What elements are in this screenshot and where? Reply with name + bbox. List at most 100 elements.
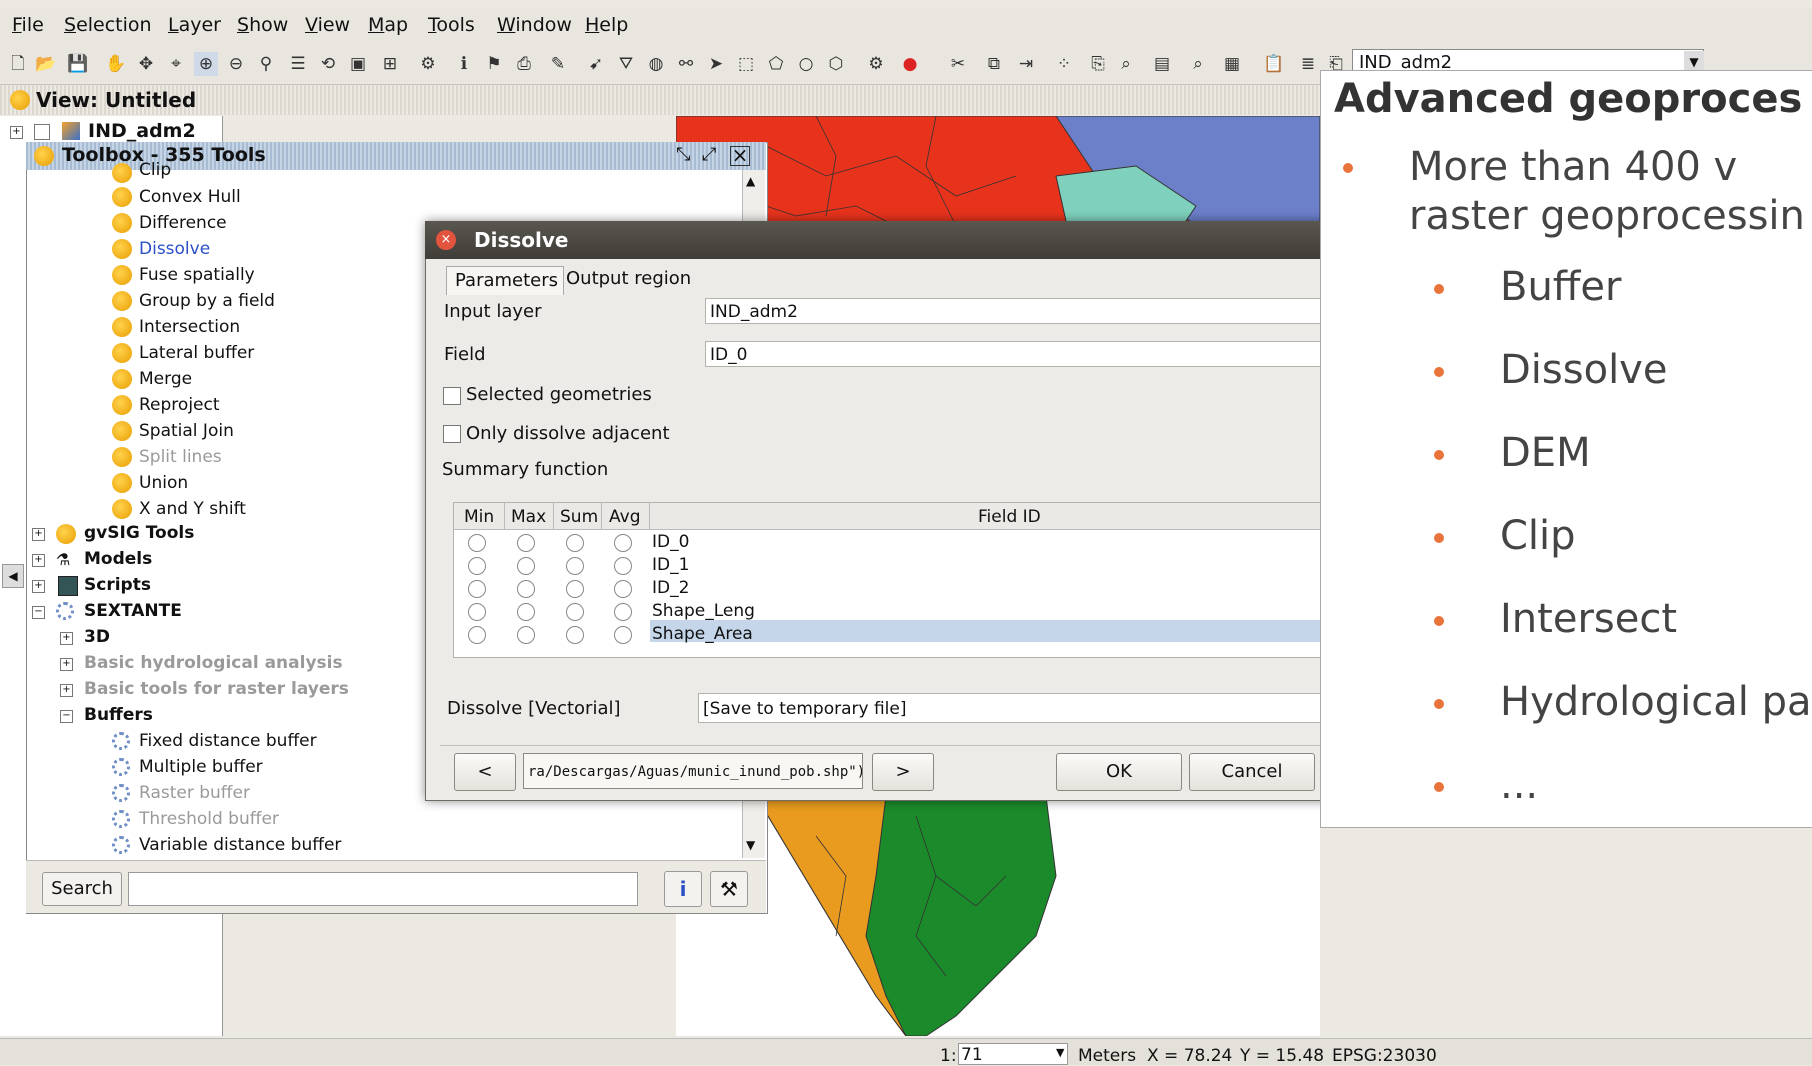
radio-sum[interactable] bbox=[566, 534, 584, 552]
expand-icon[interactable]: + bbox=[32, 580, 45, 593]
field-select[interactable]: ID_0 bbox=[705, 341, 1379, 367]
tool-item-variable-buffer[interactable]: Variable distance buffer bbox=[139, 835, 341, 855]
tab-parameters[interactable]: Parameters bbox=[446, 266, 564, 295]
radio-min[interactable] bbox=[468, 557, 486, 575]
table-row[interactable]: ID_0 bbox=[652, 532, 689, 552]
select-rect-icon[interactable]: ⬚ bbox=[734, 52, 758, 76]
frame-icon[interactable]: ▣ bbox=[346, 52, 370, 76]
tab-output-region[interactable]: Output region bbox=[566, 268, 691, 289]
radio-avg[interactable] bbox=[614, 626, 632, 644]
select-point-icon[interactable]: ➹ bbox=[584, 52, 608, 76]
snap-icon[interactable]: ⁘ bbox=[1052, 52, 1076, 76]
select-by-layer-icon[interactable]: ⬡ bbox=[824, 52, 848, 76]
radio-avg[interactable] bbox=[614, 603, 632, 621]
layer-name[interactable]: IND_adm2 bbox=[88, 120, 196, 142]
output-file-field[interactable]: [Save to temporary file] bbox=[698, 693, 1344, 723]
prev-button[interactable]: < bbox=[454, 753, 516, 791]
tool-item-fixed-buffer[interactable]: Fixed distance buffer bbox=[139, 731, 317, 751]
group-3d[interactable]: 3D bbox=[84, 627, 110, 647]
select-icon[interactable]: ➤ bbox=[704, 52, 728, 76]
save-icon[interactable]: 💾 bbox=[66, 52, 90, 76]
dialog-titlebar[interactable] bbox=[425, 221, 1395, 259]
group-basic-hydrological[interactable]: Basic hydrological analysis bbox=[84, 653, 343, 673]
ok-button[interactable]: OK bbox=[1056, 753, 1182, 791]
menu-selection[interactable]: Selection bbox=[64, 14, 152, 36]
group-basic-raster-tools[interactable]: Basic tools for raster layers bbox=[84, 679, 349, 699]
tool-item-intersection[interactable]: Intersection bbox=[139, 317, 240, 337]
clipboard-icon[interactable]: 📋 bbox=[1262, 52, 1286, 76]
edit-icon[interactable]: ✎ bbox=[546, 52, 570, 76]
find-icon[interactable]: ⌕ bbox=[1114, 52, 1138, 76]
expand-icon[interactable]: + bbox=[32, 554, 45, 567]
tool-item-merge[interactable]: Merge bbox=[139, 369, 192, 389]
tool-icon[interactable]: ⚙ bbox=[416, 52, 440, 76]
expand-icon[interactable]: + bbox=[10, 126, 23, 139]
collapse-left-icon[interactable]: ◀ bbox=[2, 564, 24, 588]
copy-icon[interactable]: ⎘ bbox=[1086, 52, 1110, 76]
radio-max[interactable] bbox=[517, 580, 535, 598]
col-avg[interactable]: Avg bbox=[609, 507, 641, 527]
group-models[interactable]: Models bbox=[84, 549, 152, 569]
layer-visibility-checkbox[interactable] bbox=[34, 124, 50, 140]
radio-max[interactable] bbox=[517, 534, 535, 552]
tool-item-threshold-buffer[interactable]: Threshold buffer bbox=[139, 809, 279, 829]
group-sextante[interactable]: SEXTANTE bbox=[84, 601, 182, 621]
tool-item-reproject[interactable]: Reproject bbox=[139, 395, 220, 415]
close-icon[interactable]: × bbox=[730, 145, 750, 166]
zoom-layer-icon[interactable]: ⚲ bbox=[254, 52, 278, 76]
minimize-icon[interactable]: ⤡ bbox=[676, 144, 690, 165]
radio-max[interactable] bbox=[517, 557, 535, 575]
expand-icon[interactable]: + bbox=[60, 684, 73, 697]
gear-icon[interactable]: ⚙ bbox=[864, 52, 888, 76]
menu-file[interactable]: File bbox=[12, 14, 44, 36]
tool-item-group-by-field[interactable]: Group by a field bbox=[139, 291, 275, 311]
table-row[interactable]: Shape_Leng bbox=[652, 601, 755, 621]
only-adjacent-checkbox[interactable] bbox=[443, 425, 461, 443]
expand-icon[interactable]: + bbox=[60, 632, 73, 645]
scroll-down-icon[interactable]: ▼ bbox=[746, 838, 755, 852]
open-icon[interactable]: 📂 bbox=[34, 52, 58, 76]
radio-min[interactable] bbox=[468, 626, 486, 644]
table-row[interactable]: ID_1 bbox=[652, 555, 689, 575]
tool-item-difference[interactable]: Difference bbox=[139, 213, 227, 233]
tool-item-xy-shift[interactable]: X and Y shift bbox=[139, 499, 246, 519]
table-icon[interactable]: ▤ bbox=[1150, 52, 1174, 76]
next-button[interactable]: > bbox=[872, 753, 934, 791]
zoom-full-icon[interactable]: ✥ bbox=[134, 52, 158, 76]
group-buffers[interactable]: Buffers bbox=[84, 705, 153, 725]
select-polygon-icon[interactable]: ⬠ bbox=[764, 52, 788, 76]
filter-icon[interactable]: ⛛ bbox=[614, 52, 638, 76]
radio-min[interactable] bbox=[468, 580, 486, 598]
radio-avg[interactable] bbox=[614, 534, 632, 552]
locator-icon[interactable]: ⊞ bbox=[378, 52, 402, 76]
maximize-icon[interactable]: ⤢ bbox=[702, 144, 716, 165]
input-layer-select[interactable]: IND_adm2 bbox=[705, 298, 1379, 324]
export-icon[interactable]: ⇥ bbox=[1014, 52, 1038, 76]
col-max[interactable]: Max bbox=[511, 507, 546, 527]
radio-max[interactable] bbox=[517, 603, 535, 621]
radio-min[interactable] bbox=[468, 603, 486, 621]
toolbox-titlebar[interactable]: Toolbox - 355 Tools ⤡ ⤢ × bbox=[26, 142, 766, 170]
select-circle-icon[interactable]: ○ bbox=[794, 52, 818, 76]
print-icon[interactable]: ⎙ bbox=[512, 52, 536, 76]
scale-input[interactable]: 71 bbox=[958, 1043, 1068, 1065]
expand-icon[interactable]: + bbox=[60, 658, 73, 671]
query-icon[interactable]: ⌕ bbox=[1186, 52, 1210, 76]
selected-geometries-checkbox[interactable] bbox=[443, 387, 461, 405]
tool-item-raster-buffer[interactable]: Raster buffer bbox=[139, 783, 250, 803]
tool-item-convex-hull[interactable]: Convex Hull bbox=[139, 187, 241, 207]
menu-layer[interactable]: Layer bbox=[168, 14, 221, 36]
menu-help[interactable]: Help bbox=[585, 14, 628, 36]
zoom-select-icon[interactable]: ⌖ bbox=[164, 52, 188, 76]
dialog-close-icon[interactable]: × bbox=[436, 230, 456, 250]
hyperlink-icon[interactable]: ⚑ bbox=[482, 52, 506, 76]
tool-item-lateral-buffer[interactable]: Lateral buffer bbox=[139, 343, 254, 363]
scroll-up-icon[interactable]: ▲ bbox=[746, 174, 755, 188]
zoom-out-icon[interactable]: ⊖ bbox=[224, 52, 248, 76]
settings-tools-icon[interactable]: ⚒ bbox=[710, 871, 748, 907]
radio-sum[interactable] bbox=[566, 557, 584, 575]
radio-sum[interactable] bbox=[566, 626, 584, 644]
tool-item-split-lines[interactable]: Split lines bbox=[139, 447, 222, 467]
link-icon[interactable]: ⚯ bbox=[674, 52, 698, 76]
menu-window[interactable]: Window bbox=[497, 14, 572, 36]
